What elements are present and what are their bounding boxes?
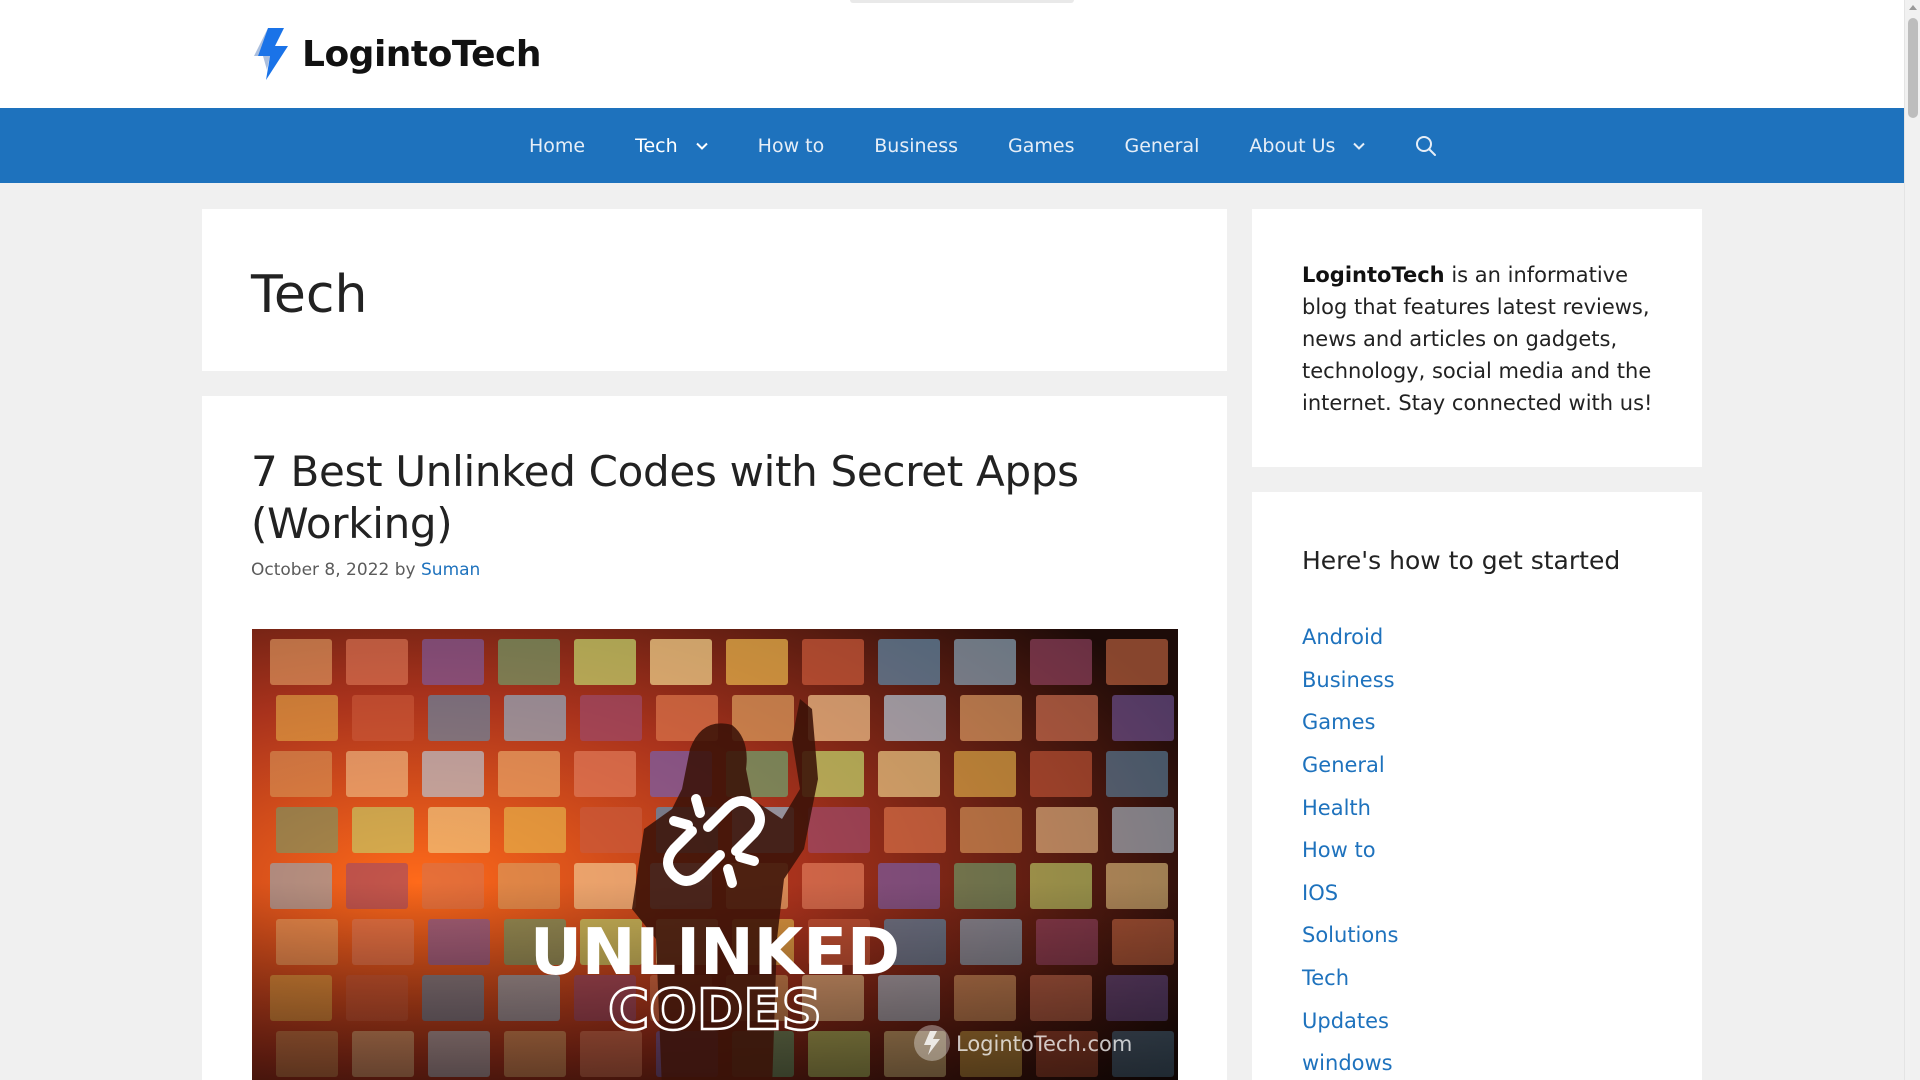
list-item: Tech xyxy=(1302,957,1399,1000)
category-link-tech[interactable]: Tech xyxy=(1302,966,1349,990)
site-logo-link[interactable]: LogintoTech xyxy=(254,26,542,82)
list-item: Android xyxy=(1302,616,1399,659)
nav-item-label: Tech xyxy=(635,134,678,157)
page-scrollbar[interactable] xyxy=(1904,0,1920,1080)
list-item: Solutions xyxy=(1302,914,1399,957)
nav-item-label: About Us xyxy=(1249,134,1336,157)
search-icon xyxy=(1416,135,1437,156)
nav-item-tech[interactable]: Tech xyxy=(610,108,733,183)
nav-item-how-to[interactable]: How to xyxy=(733,108,850,183)
category-link-how-to[interactable]: How to xyxy=(1302,838,1376,862)
nav-item-label: Games xyxy=(1008,134,1075,157)
nav-item-business[interactable]: Business xyxy=(849,108,983,183)
post-author-link[interactable]: Suman xyxy=(421,560,480,580)
site-name: LogintoTech xyxy=(302,33,542,75)
nav-menu: Home Tech How to Business Games General xyxy=(504,108,1462,183)
about-text: LogintoTech is an informative blog that … xyxy=(1302,259,1662,419)
category-link-games[interactable]: Games xyxy=(1302,710,1375,734)
category-link-business[interactable]: Business xyxy=(1302,668,1395,692)
nav-item-games[interactable]: Games xyxy=(983,108,1099,183)
scroll-up-arrow-icon[interactable] xyxy=(1909,5,1917,10)
sidebar-categories-widget: Here's how to get started Android Busine… xyxy=(1252,492,1702,1080)
nav-item-label: Home xyxy=(529,134,586,157)
post-card: 7 Best Unlinked Codes with Secret Apps (… xyxy=(202,396,1227,1080)
sidebar-about-widget: LogintoTech is an informative blog that … xyxy=(1252,209,1702,467)
post-by: by xyxy=(394,560,416,580)
image-watermark: LogintoTech.com xyxy=(956,1032,1132,1056)
page-title: Tech xyxy=(251,265,368,325)
list-item: Updates xyxy=(1302,999,1399,1042)
site-header: LogintoTech xyxy=(0,0,1904,108)
category-link-health[interactable]: Health xyxy=(1302,796,1371,820)
nav-item-label: General xyxy=(1124,134,1200,157)
category-link-ios[interactable]: IOS xyxy=(1302,881,1338,905)
chevron-down-icon xyxy=(1353,142,1366,150)
nav-item-label: How to xyxy=(757,134,825,157)
list-item: IOS xyxy=(1302,872,1399,915)
scrollbar-thumb[interactable] xyxy=(1908,18,1918,118)
nav-item-home[interactable]: Home xyxy=(504,108,610,183)
page: LogintoTech Home Tech How to Business Ga… xyxy=(0,0,1920,1080)
list-item: windows xyxy=(1302,1042,1399,1080)
category-link-android[interactable]: Android xyxy=(1302,625,1383,649)
categories-title: Here's how to get started xyxy=(1302,546,1621,575)
category-link-updates[interactable]: Updates xyxy=(1302,1009,1389,1033)
search-button[interactable] xyxy=(1390,108,1462,183)
category-link-windows[interactable]: windows xyxy=(1302,1051,1393,1075)
list-item: How to xyxy=(1302,829,1399,872)
category-link-solutions[interactable]: Solutions xyxy=(1302,923,1399,947)
post-title-link[interactable]: 7 Best Unlinked Codes with Secret Apps (… xyxy=(251,446,1151,550)
archive-header: Tech xyxy=(202,209,1227,371)
post-meta: October 8, 2022 by Suman xyxy=(251,560,480,580)
watermark-logo-icon xyxy=(914,1025,950,1061)
list-item: Business xyxy=(1302,659,1399,702)
main-navigation: Home Tech How to Business Games General xyxy=(0,108,1904,183)
lightning-bolt-icon xyxy=(254,28,288,80)
chevron-down-icon xyxy=(695,142,708,150)
image-headline-2: CODES xyxy=(608,978,822,1043)
nav-item-general[interactable]: General xyxy=(1100,108,1225,183)
list-item: General xyxy=(1302,744,1399,787)
list-item: Games xyxy=(1302,701,1399,744)
post-date: October 8, 2022 xyxy=(251,560,390,580)
category-link-general[interactable]: General xyxy=(1302,753,1385,777)
top-shadow xyxy=(850,0,1074,3)
list-item: Health xyxy=(1302,786,1399,829)
categories-list: Android Business Games General Health Ho… xyxy=(1302,616,1399,1080)
about-brand: LogintoTech xyxy=(1302,263,1445,287)
nav-item-about-us[interactable]: About Us xyxy=(1224,108,1390,183)
nav-item-label: Business xyxy=(874,134,959,157)
post-featured-image[interactable]: UNLINKED CODES LogintoTech.com xyxy=(252,629,1178,1080)
